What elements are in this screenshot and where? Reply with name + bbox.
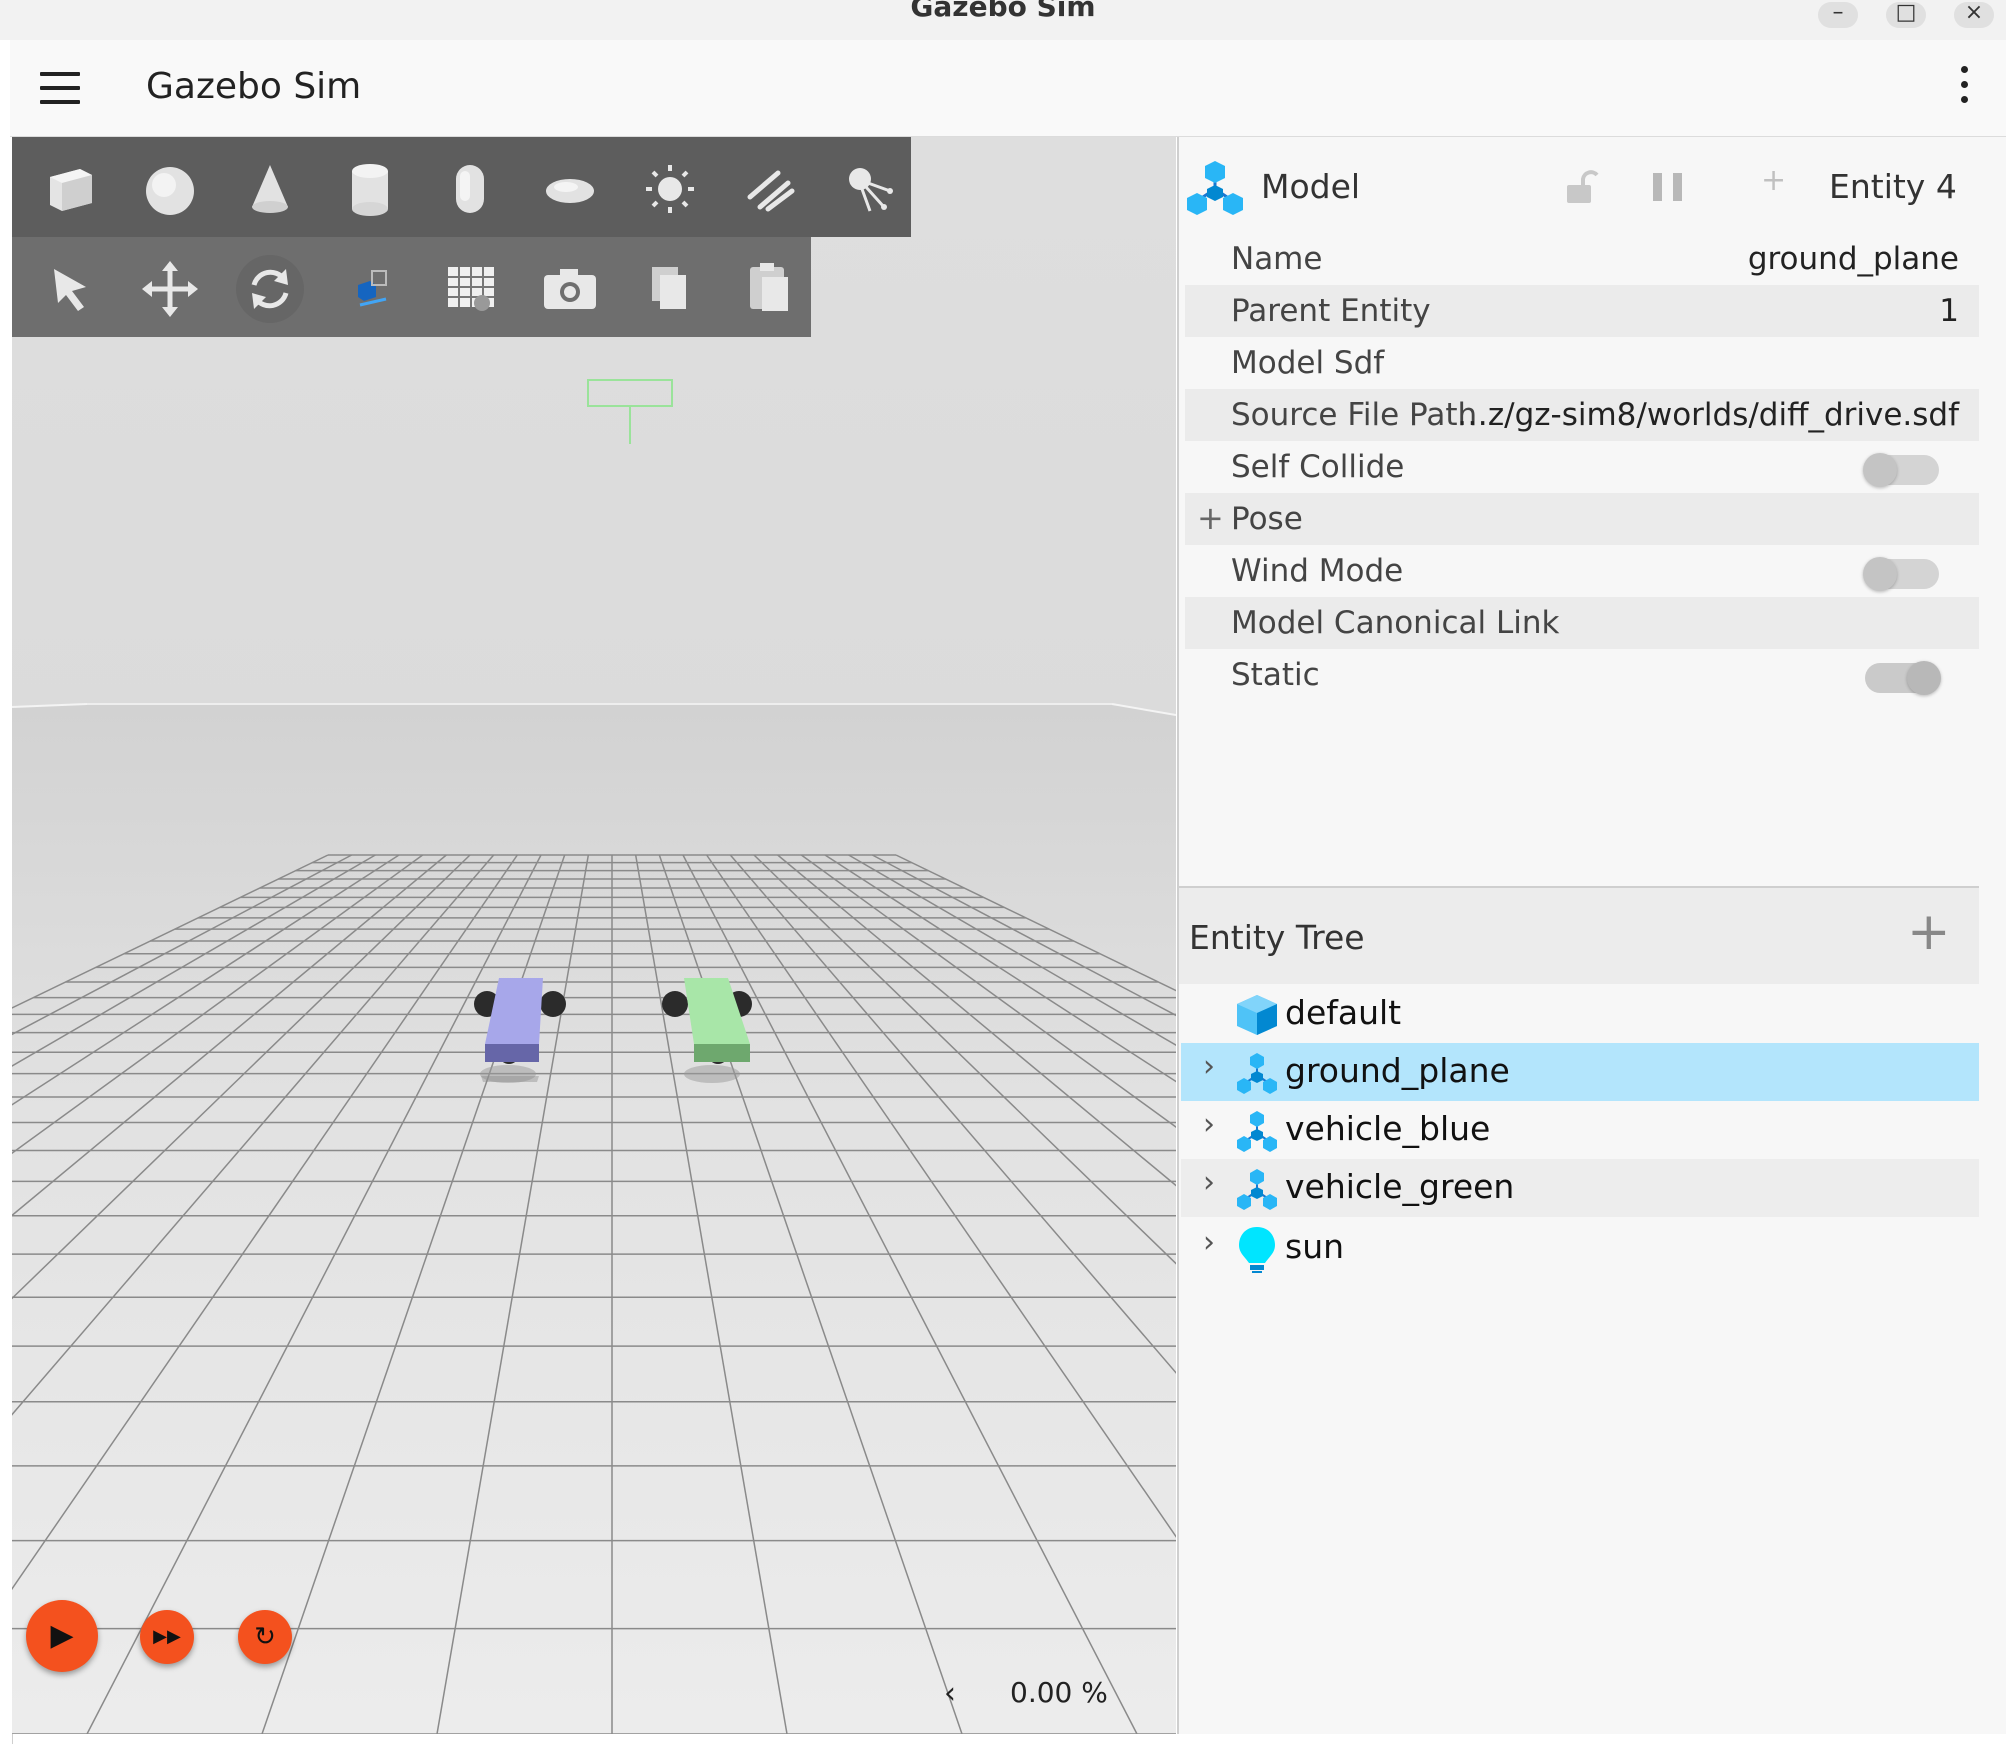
rtf-collapse-button[interactable]: ‹ [944, 1676, 956, 1711]
inspector-row-wind-mode: Wind Mode [1185, 545, 1979, 597]
scene-render [12, 137, 1176, 1734]
tree-item-label: vehicle_green [1285, 1167, 1515, 1206]
scene-3d-viewport[interactable] [12, 137, 1176, 1734]
step-button[interactable]: ▶▶ [140, 1610, 194, 1664]
maximize-button[interactable]: □ [1886, 2, 1926, 28]
row-label: Name [1231, 241, 1323, 277]
rotate-icon[interactable] [230, 247, 310, 327]
minimize-button[interactable]: – [1818, 2, 1858, 28]
component-inspector-header: Model + Entity 4 [1179, 137, 1979, 232]
hamburger-menu-icon[interactable] [40, 72, 80, 104]
tree-item-label: ground_plane [1285, 1051, 1510, 1090]
entity-id-label: Entity 4 [1829, 167, 1957, 206]
chevron-right-icon[interactable]: › [1203, 1165, 1215, 1200]
row-label: Source File Path [1231, 397, 1478, 433]
inspector-row-self-collide: Self Collide [1185, 441, 1979, 493]
expand-pose-icon[interactable]: + [1197, 499, 1224, 537]
row-label: Wind Mode [1231, 553, 1404, 589]
row-label: Self Collide [1231, 449, 1405, 485]
tree-item-label: vehicle_blue [1285, 1109, 1491, 1148]
copy-icon[interactable] [630, 247, 710, 327]
tree-item-default[interactable]: default [1181, 985, 1979, 1043]
transform-toolbar [12, 237, 811, 337]
point-light-icon[interactable] [730, 147, 810, 227]
add-component-button[interactable]: + [1761, 163, 1786, 198]
capsule-icon[interactable] [430, 147, 510, 227]
inspector-row-name: Name ground_plane [1185, 233, 1979, 285]
row-label: Model Sdf [1231, 345, 1385, 381]
world-cube-icon [1237, 995, 1277, 1035]
tree-item-vehicle-blue[interactable]: › vehicle_blue [1181, 1101, 1979, 1159]
chevron-right-icon[interactable]: › [1203, 1107, 1215, 1142]
window-title: Gazebo Sim [910, 0, 1096, 23]
inspector-row-source-file-path: Source File Path …z/gz-sim8/worlds/diff_… [1185, 389, 1979, 441]
row-label: Parent Entity [1231, 293, 1431, 329]
chevron-right-icon[interactable]: › [1203, 1225, 1215, 1260]
sphere-icon[interactable] [130, 147, 210, 227]
ellipsoid-icon[interactable] [530, 147, 610, 227]
lock-icon[interactable] [1561, 167, 1601, 207]
tree-item-ground-plane[interactable]: › ground_plane [1181, 1043, 1979, 1101]
grid-config-icon[interactable] [430, 247, 510, 327]
light-bulb-icon [1239, 1227, 1275, 1273]
tree-item-vehicle-green[interactable]: › vehicle_green [1181, 1159, 1979, 1217]
spot-light-icon[interactable] [830, 147, 910, 227]
inspector-row-model-canonical-link: Model Canonical Link [1185, 597, 1979, 649]
box-icon[interactable] [30, 147, 110, 227]
play-button[interactable]: ▶ [26, 1600, 98, 1672]
tree-item-label: default [1285, 993, 1402, 1032]
inspector-row-static: Static [1185, 649, 1979, 701]
directional-light-icon[interactable] [630, 147, 710, 227]
entity-tree-header: Entity Tree + [1179, 888, 1979, 984]
tree-item-sun[interactable]: › sun [1181, 1219, 1979, 1277]
inspector-row-model-sdf: Model Sdf [1185, 337, 1979, 389]
model-icon [1237, 1169, 1277, 1210]
paste-icon[interactable] [730, 247, 810, 327]
self-collide-toggle[interactable] [1863, 453, 1939, 487]
screenshot-icon[interactable] [530, 247, 610, 327]
row-label: Model Canonical Link [1231, 605, 1560, 641]
model-icon [1237, 1053, 1277, 1094]
select-arrow-icon[interactable] [30, 247, 110, 327]
chevron-right-icon[interactable]: › [1203, 1049, 1215, 1084]
tree-item-label: sun [1285, 1227, 1345, 1266]
close-button[interactable]: × [1954, 2, 1994, 28]
add-entity-button[interactable]: + [1907, 902, 1951, 962]
snap-icon[interactable] [330, 247, 410, 327]
kebab-menu-icon[interactable] [1954, 66, 1974, 110]
right-panel: Model + Entity 4 Name ground_plane Paren… [1177, 137, 2006, 1734]
pause-icon[interactable] [1649, 169, 1689, 205]
row-label: Pose [1231, 501, 1303, 537]
row-value: 1 [1939, 293, 1959, 329]
translate-icon[interactable] [130, 247, 210, 327]
wind-mode-toggle[interactable] [1863, 557, 1939, 591]
row-value: …z/gz-sim8/worlds/diff_drive.sdf [1456, 397, 1959, 433]
component-type-label: Model [1261, 167, 1361, 206]
app-header: Gazebo Sim [10, 40, 2006, 137]
reset-button[interactable]: ↻ [238, 1610, 292, 1664]
shape-toolbar [12, 137, 911, 237]
window-titlebar: Gazebo Sim – □ × [0, 0, 2006, 41]
model-icon [1187, 161, 1243, 215]
static-toggle[interactable] [1865, 661, 1941, 695]
row-value: ground_plane [1747, 241, 1959, 277]
inspector-row-pose[interactable]: + Pose [1185, 493, 1979, 545]
real-time-factor: 0.00 % [1010, 1676, 1108, 1709]
entity-tree-title: Entity Tree [1189, 918, 1365, 957]
row-label: Static [1231, 657, 1320, 693]
inspector-row-parent-entity: Parent Entity 1 [1185, 285, 1979, 337]
app-title: Gazebo Sim [146, 66, 362, 107]
model-icon [1237, 1111, 1277, 1152]
cylinder-icon[interactable] [330, 147, 410, 227]
cone-icon[interactable] [230, 147, 310, 227]
